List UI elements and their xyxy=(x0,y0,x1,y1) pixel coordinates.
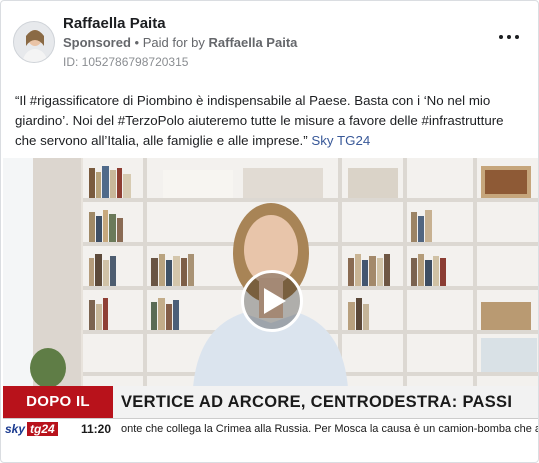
ad-id: ID: 1052786798720315 xyxy=(63,55,189,69)
ticker-text: onte che collega la Crimea alla Russia. … xyxy=(121,423,538,435)
paid-for-prefix: Paid for by xyxy=(142,35,205,50)
news-banner: DOPO IL VOTO VERTICE AD ARCORE, CENTRODE… xyxy=(3,386,538,441)
ad-card: Raffaella Paita Sponsored • Paid for by … xyxy=(0,0,539,463)
channel-logo: sky tg24 xyxy=(5,422,75,439)
banner-label: DOPO IL VOTO xyxy=(3,386,113,441)
caption-text: “Il #rigassificatore di Piombino è indis… xyxy=(15,93,504,148)
news-ticker: sky tg24 11:20 onte che collega la Crimea… xyxy=(3,418,538,441)
banner-headline: VERTICE AD ARCORE, CENTRODESTRA: PASSI A… xyxy=(121,393,513,441)
sponsored-label: Sponsored xyxy=(63,35,131,50)
channel-logo-sky: sky xyxy=(5,422,26,436)
play-icon[interactable] xyxy=(241,270,303,332)
paid-for-name[interactable]: Raffaella Paita xyxy=(209,35,298,50)
ticker-clock: 11:20 xyxy=(81,422,112,436)
author-name[interactable]: Raffaella Paita xyxy=(63,15,166,32)
more-options-icon[interactable] xyxy=(497,29,521,45)
sponsorship-line: Sponsored • Paid for by Raffaella Paita xyxy=(63,35,297,50)
post-caption: “Il #rigassificatore di Piombino è indis… xyxy=(15,91,527,151)
video-player[interactable]: DOPO IL VOTO VERTICE AD ARCORE, CENTRODE… xyxy=(3,158,538,441)
channel-logo-tg24: tg24 xyxy=(27,422,58,436)
separator: • xyxy=(134,35,140,50)
caption-source-link[interactable]: Sky TG24 xyxy=(311,133,370,148)
author-avatar[interactable] xyxy=(13,21,55,63)
